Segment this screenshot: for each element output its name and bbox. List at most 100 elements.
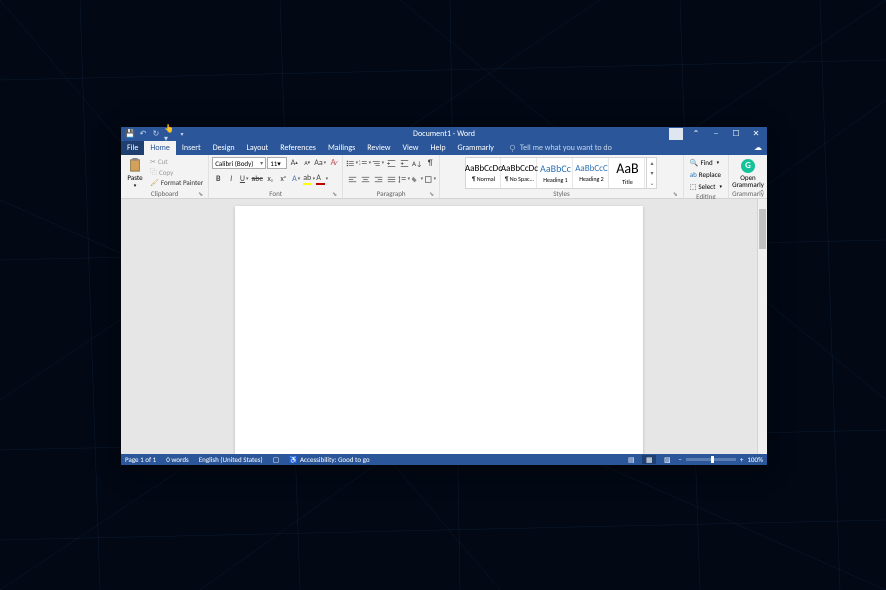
- tab-design[interactable]: Design: [207, 141, 241, 155]
- collapse-ribbon-icon[interactable]: ⌃: [759, 188, 765, 197]
- ribbon-options-icon[interactable]: ⌃: [687, 128, 705, 140]
- zoom-level[interactable]: 100%: [747, 455, 763, 464]
- line-spacing-button[interactable]: [398, 173, 410, 185]
- page-count[interactable]: Page 1 of 1: [125, 455, 156, 464]
- italic-button[interactable]: I: [225, 173, 237, 185]
- zoom-out-button[interactable]: −: [678, 455, 682, 464]
- style-heading-2[interactable]: AaBbCcCHeading 2: [574, 158, 609, 188]
- styles-expand[interactable]: ⌄: [647, 178, 656, 188]
- select-button[interactable]: ⬚Select▾: [687, 181, 725, 192]
- zoom-in-button[interactable]: +: [740, 455, 744, 464]
- align-left-button[interactable]: [346, 173, 358, 185]
- tab-grammarly[interactable]: Grammarly: [452, 141, 500, 155]
- zoom-slider[interactable]: [686, 458, 736, 461]
- borders-button[interactable]: [424, 173, 436, 185]
- save-icon[interactable]: 💾: [125, 129, 135, 139]
- vertical-scrollbar[interactable]: [757, 199, 767, 454]
- decrease-indent-button[interactable]: [385, 157, 397, 169]
- redo-icon[interactable]: ↻: [151, 129, 161, 139]
- bold-button[interactable]: B: [212, 173, 224, 185]
- grammarly-button[interactable]: G Open Grammarly: [732, 157, 764, 189]
- find-button[interactable]: 🔍Find▾: [687, 157, 725, 168]
- style-title[interactable]: AaBTitle: [610, 158, 645, 188]
- multilevel-list-button[interactable]: [372, 157, 384, 169]
- text-effects-button[interactable]: A: [290, 173, 302, 185]
- tab-help[interactable]: Help: [425, 141, 452, 155]
- accessibility-status[interactable]: ♿Accessibility: Good to go: [289, 455, 369, 464]
- tab-references[interactable]: References: [274, 141, 322, 155]
- replace-button[interactable]: abReplace: [687, 169, 725, 180]
- grow-font-button[interactable]: A▴: [288, 157, 300, 169]
- web-layout-button[interactable]: ▨: [660, 455, 674, 464]
- shrink-font-button[interactable]: A▾: [301, 157, 313, 169]
- title-bar: 💾 ↶ ↻ 👆▾ ▾ Document1 - Word ⌃ ─ ☐ ✕: [121, 127, 767, 141]
- undo-icon[interactable]: ↶: [138, 129, 148, 139]
- ribbon-tabs: File Home Insert Design Layout Reference…: [121, 141, 767, 155]
- group-clipboard: Paste ▾ ✂Cut ⿻Copy 🖌Format Painter Clipb…: [121, 155, 209, 198]
- tab-mailings[interactable]: Mailings: [322, 141, 361, 155]
- format-painter-button[interactable]: 🖌Format Painter: [148, 178, 205, 187]
- find-icon: 🔍: [690, 158, 699, 167]
- font-family-selector[interactable]: Calibri (Body)▾: [212, 157, 266, 169]
- format-painter-label: Format Painter: [161, 178, 203, 187]
- read-mode-button[interactable]: ▤: [624, 455, 638, 464]
- grammarly-icon: G: [741, 159, 755, 173]
- scrollbar-thumb[interactable]: [759, 209, 766, 249]
- cut-button[interactable]: ✂Cut: [148, 157, 205, 166]
- share-icon[interactable]: ☁: [749, 141, 767, 155]
- document-page[interactable]: [235, 206, 643, 454]
- font-color-button[interactable]: A: [316, 173, 328, 185]
- language-indicator[interactable]: English (United States): [199, 455, 263, 464]
- print-layout-button[interactable]: ▦: [642, 455, 656, 464]
- cut-label: Cut: [158, 157, 168, 166]
- paste-button[interactable]: Paste ▾: [124, 157, 146, 189]
- superscript-button[interactable]: x²: [277, 173, 289, 185]
- change-case-button[interactable]: Aa: [314, 157, 326, 169]
- quick-access-toolbar: 💾 ↶ ↻ 👆▾ ▾: [121, 129, 187, 139]
- tab-view[interactable]: View: [396, 141, 424, 155]
- font-size-selector[interactable]: 11▾: [267, 157, 287, 169]
- maximize-button[interactable]: ☐: [727, 128, 745, 140]
- replace-label: Replace: [699, 170, 721, 179]
- style-no-spacing[interactable]: AaBbCcDc¶ No Spac...: [502, 158, 537, 188]
- shading-button[interactable]: [411, 173, 423, 185]
- highlight-button[interactable]: ab: [303, 173, 315, 185]
- align-center-button[interactable]: [359, 173, 371, 185]
- justify-button[interactable]: [385, 173, 397, 185]
- tab-layout[interactable]: Layout: [241, 141, 275, 155]
- tell-me-search[interactable]: Tell me what you want to do: [500, 141, 612, 155]
- word-count[interactable]: 0 words: [166, 455, 189, 464]
- styles-dialog-launcher[interactable]: ⬊: [672, 190, 679, 197]
- zoom-slider-thumb[interactable]: [711, 456, 714, 463]
- qat-more-icon[interactable]: ▾: [177, 129, 187, 139]
- sort-button[interactable]: A↓: [411, 157, 423, 169]
- subscript-button[interactable]: x₂: [264, 173, 276, 185]
- lightbulb-icon: [508, 144, 517, 153]
- clear-formatting-button[interactable]: A̷: [327, 157, 339, 169]
- clipboard-dialog-launcher[interactable]: ⬊: [197, 190, 204, 197]
- copy-button[interactable]: ⿻Copy: [148, 167, 205, 177]
- style-normal[interactable]: AaBbCcDc¶ Normal: [466, 158, 501, 188]
- font-group-label: Font: [269, 189, 282, 198]
- styles-row-up[interactable]: ▴: [647, 158, 656, 168]
- underline-button[interactable]: U: [238, 173, 250, 185]
- account-icon[interactable]: [669, 128, 683, 140]
- close-button[interactable]: ✕: [747, 128, 765, 140]
- numbering-button[interactable]: 12: [359, 157, 371, 169]
- tab-insert[interactable]: Insert: [176, 141, 207, 155]
- tab-review[interactable]: Review: [361, 141, 396, 155]
- paragraph-dialog-launcher[interactable]: ⬊: [428, 190, 435, 197]
- touch-mode-icon[interactable]: 👆▾: [164, 129, 174, 139]
- macro-recorder-icon[interactable]: ▢: [273, 455, 280, 464]
- increase-indent-button[interactable]: [398, 157, 410, 169]
- strikethrough-button[interactable]: abc: [251, 173, 263, 185]
- style-heading-1[interactable]: AaBbCcHeading 1: [538, 158, 573, 188]
- show-marks-button[interactable]: ¶: [424, 157, 436, 169]
- minimize-button[interactable]: ─: [707, 128, 725, 140]
- tab-file[interactable]: File: [121, 141, 144, 155]
- bullets-button[interactable]: [346, 157, 358, 169]
- align-right-button[interactable]: [372, 173, 384, 185]
- font-dialog-launcher[interactable]: ⬊: [331, 190, 338, 197]
- styles-row-down[interactable]: ▾: [647, 168, 656, 178]
- select-icon: ⬚: [690, 182, 697, 191]
